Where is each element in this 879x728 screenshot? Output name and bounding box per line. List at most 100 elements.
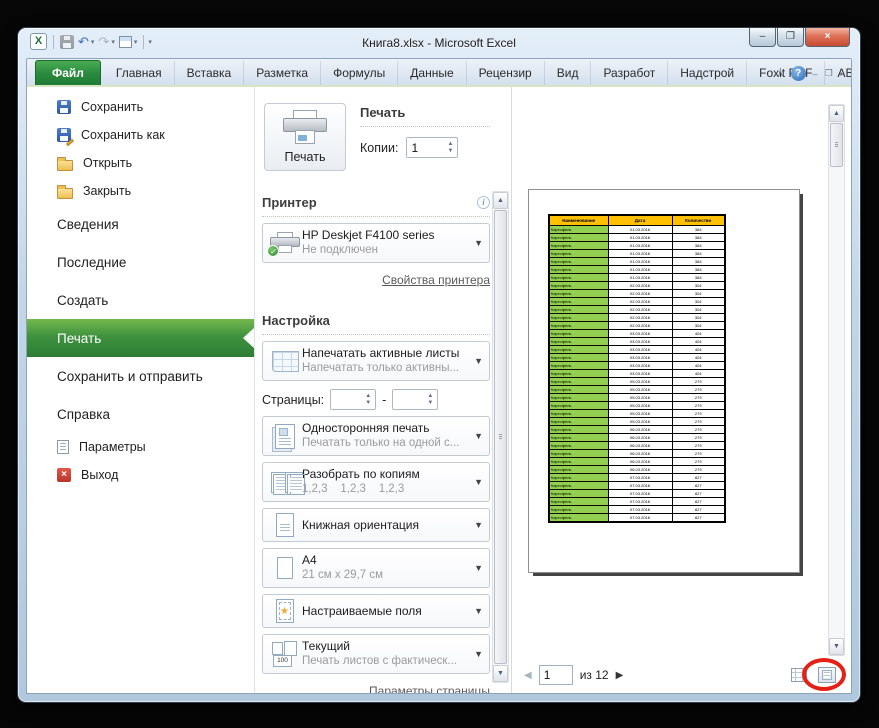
print-button-label: Печать: [284, 150, 326, 164]
sidebar-item-exit[interactable]: Выход: [27, 461, 254, 489]
setting-scaling[interactable]: Текущий Печать листов с фактическ... ▼: [262, 634, 490, 674]
tab-view[interactable]: Вид: [545, 61, 592, 85]
copies-stepper[interactable]: ▲▼: [406, 137, 459, 158]
printer-properties-link[interactable]: Свойства принтера: [382, 273, 490, 287]
print-settings-panel: Печать Печать Копии: ▲▼: [255, 87, 512, 693]
scroll-down-icon[interactable]: ▼: [829, 638, 844, 655]
tab-formulas[interactable]: Формулы: [321, 61, 399, 85]
sidebar-item-new[interactable]: Создать: [27, 281, 254, 319]
printer-select[interactable]: ✓ HP Deskjet F4100 series Не подключен ▼: [262, 223, 490, 263]
chevron-down-icon: ▼: [474, 563, 483, 573]
pages-to-stepper[interactable]: ▲ ▼: [392, 389, 439, 410]
sidebar-item-open[interactable]: Открыть: [27, 149, 254, 177]
sidebar-item-recent[interactable]: Последние: [27, 243, 254, 281]
stepper-arrows-icon[interactable]: ▲ ▼: [361, 390, 375, 409]
options-icon: [57, 440, 69, 454]
workbook-close-icon[interactable]: ×: [840, 69, 845, 79]
tab-page-layout[interactable]: Разметка: [244, 61, 322, 85]
sidebar-item-info[interactable]: Сведения: [27, 205, 254, 243]
page-setup-link[interactable]: Параметры страницы: [369, 684, 490, 693]
sidebar-item-save[interactable]: Сохранить: [27, 93, 254, 121]
info-icon[interactable]: [477, 196, 490, 209]
window-controls: – ❐ ×: [748, 28, 850, 47]
backstage-sidebar: Сохранить Сохранить как Открыть Закрыть …: [27, 87, 255, 693]
pages-from-input[interactable]: [331, 390, 362, 409]
sidebar-item-label: Справка: [57, 406, 110, 422]
exit-icon: [57, 468, 71, 482]
next-page-icon[interactable]: ▶: [616, 670, 624, 681]
scrollbar-thumb[interactable]: [494, 210, 507, 664]
printer-name: HP Deskjet F4100 series: [302, 228, 435, 243]
ribbon-tab-bar: Файл Главная Вставка Разметка Формулы Да…: [27, 59, 851, 85]
setting-collate[interactable]: Разобрать по копиям 1,2,3 1,2,3 1,2,3 ▼: [262, 462, 490, 502]
ribbon-right-controls: ∧ – ❐ ×: [777, 66, 845, 81]
sidebar-item-label: Последние: [57, 254, 127, 270]
sidebar-item-print[interactable]: Печать: [27, 319, 254, 357]
pages-from-stepper[interactable]: ▲ ▼: [330, 389, 377, 410]
tab-file[interactable]: Файл: [35, 60, 101, 85]
scroll-up-icon[interactable]: ▲: [829, 105, 844, 122]
sidebar-item-label: Параметры: [79, 440, 146, 454]
sidebar-item-label: Выход: [81, 468, 119, 482]
dropdown-title: Текущий: [302, 639, 350, 654]
dropdown-title: A4: [302, 553, 317, 568]
dropdown-subtitle: Печать листов с фактическ...: [302, 655, 457, 668]
excel-window: ↶▾ ↷▾ ▾ ▾ Книга8.xlsx - Microsoft Excel …: [18, 28, 860, 702]
scroll-up-icon[interactable]: ▲: [493, 192, 508, 209]
dropdown-subtitle: Напечатать только активны...: [302, 362, 460, 375]
setting-paper-size[interactable]: A4 21 см x 29,7 см ▼: [262, 548, 490, 588]
preview-scrollbar[interactable]: ▲ ▼: [828, 104, 845, 656]
sidebar-item-close[interactable]: Закрыть: [27, 177, 254, 205]
collapse-ribbon-icon[interactable]: ∧: [777, 68, 784, 79]
setting-margins[interactable]: Настраиваемые поля ▼: [262, 594, 490, 628]
preview-table: Наименование Дата Количество Картофель 01.03…: [548, 214, 726, 523]
sidebar-item-help[interactable]: Справка: [27, 395, 254, 433]
tab-developer[interactable]: Разработ: [591, 61, 669, 85]
help-icon[interactable]: [790, 66, 806, 81]
sidebar-item-label: Закрыть: [83, 184, 132, 198]
previous-page-icon[interactable]: ◀: [524, 670, 532, 681]
print-button[interactable]: Печать: [264, 103, 346, 171]
current-page-input[interactable]: [538, 665, 573, 685]
preview-page: Наименование Дата Количество Картофель 01.03…: [528, 189, 800, 573]
printer-icon: [283, 110, 327, 145]
pages-to-input[interactable]: [393, 390, 424, 409]
dropdown-subtitle: Печатать только на одной с...: [302, 437, 460, 450]
minimize-button[interactable]: –: [749, 28, 776, 47]
dropdown-title: Напечатать активные листы: [302, 346, 460, 361]
maximize-button[interactable]: ❐: [777, 28, 804, 47]
section-heading-printer: Принтер: [262, 193, 490, 217]
copies-input[interactable]: [407, 138, 444, 157]
dropdown-subtitle: 1,2,3 1,2,3 1,2,3: [302, 483, 405, 496]
portrait-orientation-icon: [276, 513, 294, 537]
tab-data[interactable]: Данные: [398, 61, 467, 85]
print-preview-area: Наименование Дата Количество Картофель 01.03…: [512, 87, 851, 693]
setting-duplex[interactable]: Односторонняя печать Печатать только на …: [262, 416, 490, 456]
chevron-down-icon: ▼: [474, 431, 483, 441]
close-button[interactable]: ×: [805, 28, 850, 47]
save-as-icon: [57, 128, 75, 147]
sidebar-item-save-and-send[interactable]: Сохранить и отправить: [27, 357, 254, 395]
backstage-view: Сохранить Сохранить как Открыть Закрыть …: [27, 85, 851, 693]
sidebar-item-options[interactable]: Параметры: [27, 433, 254, 461]
tab-insert[interactable]: Вставка: [175, 61, 245, 85]
printer-status: Не подключен: [302, 244, 378, 257]
settings-scrollbar[interactable]: ▲ ▼: [492, 191, 509, 683]
tab-addins[interactable]: Надстрой: [668, 61, 748, 85]
stepper-arrows-icon[interactable]: ▲ ▼: [443, 138, 457, 157]
dropdown-title: Разобрать по копиям: [302, 467, 420, 482]
stepper-arrows-icon[interactable]: ▲ ▼: [423, 390, 437, 409]
sidebar-item-save-as[interactable]: Сохранить как: [27, 121, 254, 149]
chevron-down-icon: ▼: [474, 477, 483, 487]
scrollbar-thumb[interactable]: [830, 123, 843, 167]
scroll-down-icon[interactable]: ▼: [493, 665, 508, 682]
workbook-minimize-icon[interactable]: –: [813, 69, 818, 79]
tab-home[interactable]: Главная: [104, 61, 175, 85]
section-heading-settings: Настройка: [262, 311, 490, 335]
workbook-restore-icon[interactable]: ❐: [825, 68, 833, 79]
tab-review[interactable]: Рецензир: [467, 61, 545, 85]
sidebar-item-label: Сведения: [57, 216, 119, 232]
setting-print-area[interactable]: Напечатать активные листы Напечатать тол…: [262, 341, 490, 381]
title-bar[interactable]: ↶▾ ↷▾ ▾ ▾ Книга8.xlsx - Microsoft Excel …: [18, 28, 860, 58]
setting-orientation[interactable]: Книжная ориентация ▼: [262, 508, 490, 542]
